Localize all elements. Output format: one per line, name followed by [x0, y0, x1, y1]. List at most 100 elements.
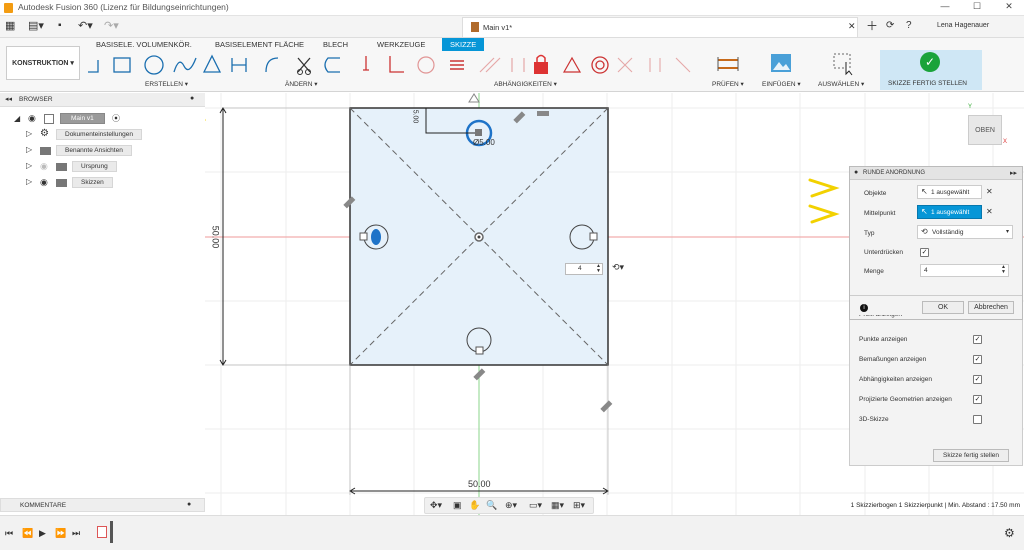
modify-tools-icons[interactable]: [262, 52, 348, 78]
show-constraints-checkbox[interactable]: ✓: [973, 375, 982, 384]
clear-objects-icon[interactable]: ✕: [986, 187, 993, 196]
timeline-marker-icon[interactable]: [110, 521, 113, 543]
browser-item-sketches[interactable]: ▷ ◉ Skizzen: [26, 177, 206, 191]
viewcube[interactable]: OBEN: [968, 115, 1002, 145]
comments-panel[interactable]: KOMMENTARE ●: [0, 498, 205, 512]
zoom-icon[interactable]: 🔍: [486, 500, 497, 511]
finish-sketch-button[interactable]: ✓ SKIZZE FERTIG STELLEN: [880, 50, 982, 90]
document-tab[interactable]: Main v1* ✕: [462, 17, 858, 37]
document-icon: [471, 22, 479, 32]
type-dropdown[interactable]: ⟲ Vollständig ▾: [917, 225, 1013, 239]
grid-menu-icon[interactable]: ▦: [5, 19, 19, 33]
visibility-eye-icon[interactable]: ◉: [40, 177, 48, 188]
expand-arrow-icon[interactable]: ▷: [26, 145, 32, 154]
expand-icon[interactable]: ◢: [14, 114, 20, 123]
save-icon[interactable]: ▪: [58, 19, 72, 33]
inspect-group-label[interactable]: PRÜFEN ▾: [712, 80, 744, 88]
tab-sketch[interactable]: SKIZZE: [442, 38, 485, 51]
stepper-arrows-icon[interactable]: ▲ ▼: [1001, 265, 1006, 275]
tab-surface[interactable]: BASISELEMENT FLÄCHE: [215, 40, 304, 49]
go-to-start-icon[interactable]: ⏮: [5, 528, 13, 539]
help-icon[interactable]: ?: [906, 19, 920, 33]
tab-tools[interactable]: WERKZEUGE: [377, 40, 425, 49]
select-group-label[interactable]: AUSWÄHLEN ▾: [818, 80, 864, 88]
chevron-down-icon: ▾: [1005, 229, 1009, 235]
show-projected-checkbox[interactable]: ✓: [973, 395, 982, 404]
title-bar: Autodesk Fusion 360 (Lizenz für Bildungs…: [0, 0, 1024, 16]
rotation-dropdown-icon[interactable]: ⟲▾: [612, 262, 624, 273]
tab-solid[interactable]: BASISELE. VOLUMENKÖR.: [96, 40, 192, 49]
select-icon[interactable]: [832, 52, 856, 76]
tab-sheetmetal[interactable]: BLECH: [323, 40, 348, 49]
expand-arrow-icon[interactable]: ▷: [26, 129, 32, 138]
undo-icon[interactable]: ↶▾: [78, 19, 93, 33]
create-tools-icons[interactable]: [84, 52, 254, 78]
step-forward-icon[interactable]: ⏩: [55, 528, 66, 539]
root-label[interactable]: Main v1: [60, 113, 105, 124]
pan-icon[interactable]: ✋: [469, 500, 480, 511]
sync-icon[interactable]: ⟳: [886, 19, 900, 33]
constraint-tools-icons[interactable]: [360, 52, 696, 78]
stepper-icon[interactable]: ▲ ▼: [596, 264, 601, 274]
file-menu-icon[interactable]: ▤▾: [28, 19, 44, 33]
expand-arrow-icon[interactable]: ▷: [26, 177, 32, 186]
workspace-selector[interactable]: KONSTRUKTION ▾: [6, 46, 80, 80]
browser-item-named-views[interactable]: ▷ Benannte Ansichten: [26, 145, 206, 159]
insert-image-icon[interactable]: [770, 52, 792, 74]
maximize-button[interactable]: ☐: [962, 1, 992, 15]
hidden-eye-icon[interactable]: ◉: [40, 161, 48, 172]
fit-icon[interactable]: ⊕▾: [505, 500, 517, 511]
look-at-icon[interactable]: ▣: [453, 500, 462, 511]
user-name[interactable]: Lena Hagenauer: [937, 22, 989, 29]
play-icon[interactable]: ▶: [39, 528, 46, 539]
step-back-icon[interactable]: ⏪: [22, 528, 33, 539]
dimension-small-label[interactable]: 5.00: [411, 110, 418, 124]
suppress-checkbox[interactable]: ✓: [920, 248, 929, 257]
display-settings-icon[interactable]: ▭▾: [529, 500, 542, 511]
minimize-button[interactable]: —: [930, 1, 960, 15]
viewcube-label: OBEN: [975, 127, 995, 134]
browser-item-origin[interactable]: ▷ ◉ Ursprung: [26, 161, 206, 175]
dimension-horizontal-label[interactable]: 50.00: [468, 479, 491, 489]
create-group-label[interactable]: ERSTELLEN ▾: [145, 80, 188, 88]
dialog-header[interactable]: ● RUNDE ANORDNUNG ▸▸: [850, 167, 1022, 180]
browser-root-row[interactable]: ◢ ◉ Main v1 ⦿: [14, 113, 204, 127]
browser-item-document-settings[interactable]: ▷ ⚙ Dokumenteinstellungen: [26, 128, 206, 143]
timeline-settings-gear-icon[interactable]: ⚙: [1004, 526, 1015, 540]
add-tab-icon[interactable]: ＋: [866, 19, 880, 33]
expand-arrow-icon[interactable]: ▷: [26, 161, 32, 170]
browser-options-icon[interactable]: ●: [190, 95, 194, 102]
info-icon[interactable]: i: [860, 304, 868, 312]
redo-icon[interactable]: ↷▾: [104, 19, 119, 33]
insert-group-label[interactable]: EINFÜGEN ▾: [762, 80, 801, 88]
comments-add-icon[interactable]: ●: [187, 501, 191, 508]
quantity-stepper[interactable]: 4 ▲ ▼: [920, 264, 1009, 277]
dimension-circle-label[interactable]: Ø5.00: [473, 138, 495, 147]
ok-button[interactable]: OK: [922, 301, 964, 314]
show-dimensions-checkbox[interactable]: ✓: [973, 355, 982, 364]
constraints-group-label[interactable]: ABHÄNGIGKEITEN ▾: [494, 80, 557, 88]
timeline-sketch-feature-icon[interactable]: [97, 526, 107, 538]
finish-sketch-palette-button[interactable]: Skizze fertig stellen: [933, 449, 1009, 462]
close-window-button[interactable]: ✕: [994, 1, 1024, 15]
3d-sketch-checkbox[interactable]: [973, 415, 982, 424]
show-points-checkbox[interactable]: ✓: [973, 335, 982, 344]
grid-settings-icon[interactable]: ▦▾: [551, 500, 564, 511]
go-to-end-icon[interactable]: ⏭: [72, 528, 80, 539]
browser-header[interactable]: ◂◂ BROWSER ●: [0, 93, 205, 107]
objects-select[interactable]: ↖ 1 ausgewählt: [917, 185, 982, 199]
cancel-button[interactable]: Abbrechen: [968, 301, 1014, 314]
orbit-icon[interactable]: ✥▾: [430, 500, 442, 511]
center-select[interactable]: ↖ 1 ausgewählt: [917, 205, 982, 219]
inline-count-input[interactable]: 4 ▲ ▼: [565, 263, 603, 275]
activate-radio-icon[interactable]: ⦿: [112, 113, 120, 124]
viewports-icon[interactable]: ⊞▾: [573, 500, 585, 511]
dialog-expand-icon[interactable]: ▸▸: [1010, 169, 1017, 177]
collapse-browser-icon[interactable]: ◂◂: [5, 95, 12, 103]
dimension-vertical-label[interactable]: 50.00: [210, 226, 220, 249]
visibility-eye-icon[interactable]: ◉: [28, 113, 36, 124]
measure-icon[interactable]: [716, 52, 740, 76]
close-tab-icon[interactable]: ✕: [848, 21, 856, 32]
modify-group-label[interactable]: ÄNDERN ▾: [285, 80, 318, 88]
clear-center-icon[interactable]: ✕: [986, 207, 993, 216]
